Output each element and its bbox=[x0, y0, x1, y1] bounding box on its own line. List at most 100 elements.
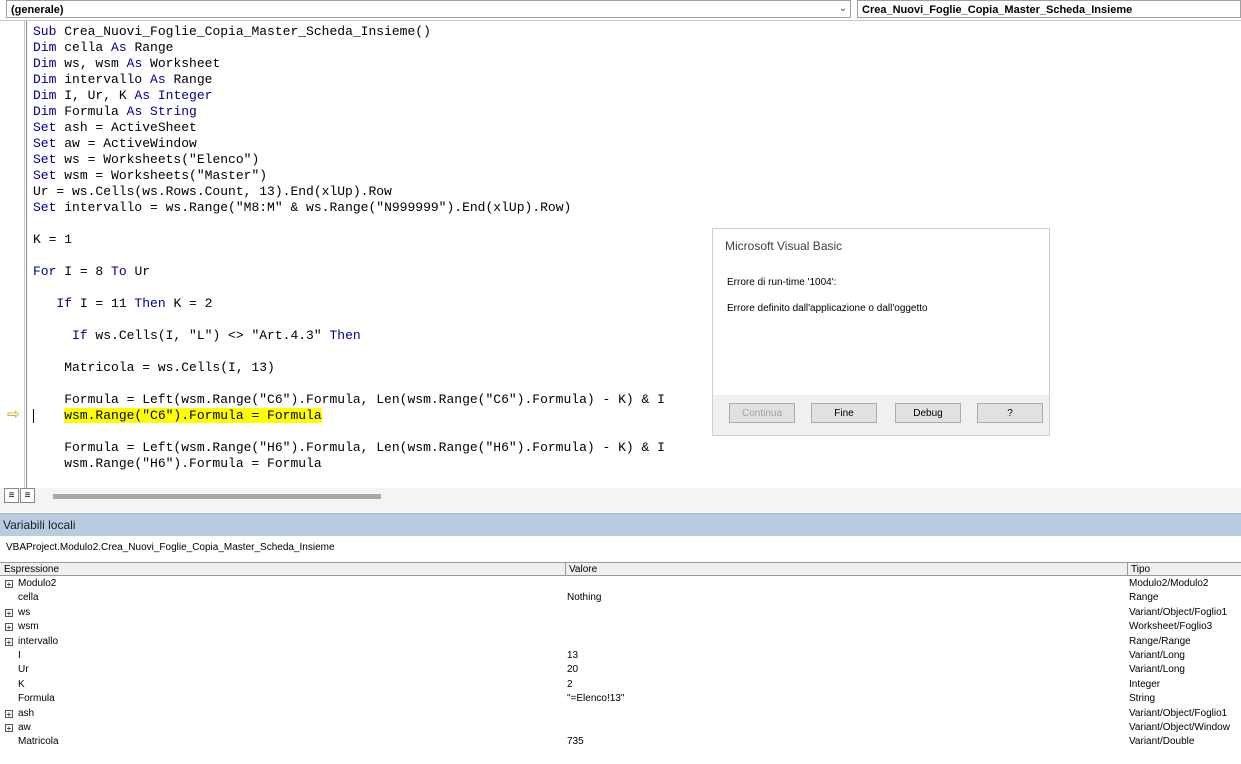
expand-icon[interactable]: + bbox=[5, 724, 13, 733]
code-line[interactable]: Dim ws, wsm As Worksheet bbox=[33, 56, 220, 72]
column-header-type[interactable]: Tipo bbox=[1127, 562, 1241, 576]
local-value[interactable]: 13 bbox=[567, 649, 578, 663]
code-line[interactable]: Sub Crea_Nuovi_Foglie_Copia_Master_Sched… bbox=[33, 24, 431, 40]
expand-icon[interactable]: + bbox=[5, 608, 13, 617]
code-keyword: Set bbox=[33, 168, 65, 183]
code-line[interactable]: Ur = ws.Cells(ws.Rows.Count, 13).End(xlU… bbox=[33, 184, 392, 200]
editor-bottom-bar bbox=[0, 488, 1241, 512]
code-line[interactable]: For I = 8 To Ur bbox=[33, 264, 150, 280]
code-line[interactable]: Set intervallo = ws.Range("M8:M" & ws.Ra… bbox=[33, 200, 571, 216]
code-keyword: As bbox=[150, 72, 174, 87]
code-text: I = 8 bbox=[64, 264, 112, 279]
code-text: Ur bbox=[134, 264, 151, 279]
local-value[interactable]: 20 bbox=[567, 663, 578, 677]
local-type: Variant/Object/Window bbox=[1129, 722, 1230, 733]
execution-arrow-icon: ⇨ bbox=[7, 406, 20, 423]
continue-button[interactable]: Continua bbox=[729, 403, 795, 423]
code-keyword: For bbox=[33, 264, 65, 279]
locals-context: VBAProject.Modulo2.Crea_Nuovi_Foglie_Cop… bbox=[0, 536, 1241, 560]
code-line[interactable]: Set wsm = Worksheets("Master") bbox=[33, 168, 267, 184]
procedure-view-icon[interactable]: ≡ bbox=[4, 488, 19, 503]
end-button[interactable]: Fine bbox=[811, 403, 877, 423]
code-line[interactable]: Set aw = ActiveWindow bbox=[33, 136, 197, 152]
code-text: I = 11 bbox=[79, 296, 135, 311]
column-divider[interactable] bbox=[565, 562, 566, 576]
local-value[interactable]: 735 bbox=[567, 735, 584, 749]
code-text: ash = ActiveSheet bbox=[64, 120, 197, 135]
expand-icon[interactable]: + bbox=[5, 637, 13, 646]
code-line[interactable]: Formula = Left(wsm.Range("C6").Formula, … bbox=[33, 392, 665, 408]
highlighted-statement: wsm.Range("C6").Formula = Formula bbox=[64, 408, 322, 423]
code-keyword: As bbox=[111, 40, 135, 55]
local-type: Variant/Double bbox=[1129, 736, 1195, 748]
local-expression: I bbox=[18, 650, 21, 661]
code-line[interactable]: wsm.Range("C6").Formula = Formula bbox=[33, 408, 322, 424]
full-module-view-icon[interactable]: ≡ bbox=[20, 488, 35, 503]
code-text: Matricola = ws.Cells(I, 13) bbox=[33, 360, 275, 375]
code-line[interactable]: K = 1 bbox=[33, 232, 72, 248]
local-type: Range bbox=[1129, 592, 1159, 604]
code-line[interactable]: Dim cella As Range bbox=[33, 40, 173, 56]
code-text: aw = ActiveWindow bbox=[64, 136, 197, 151]
code-text: Range bbox=[134, 40, 174, 55]
dialog-title: Microsoft Visual Basic bbox=[725, 239, 843, 253]
code-line[interactable]: Formula = Left(wsm.Range("H6").Formula, … bbox=[33, 440, 665, 456]
code-text: Formula = Left(wsm.Range("H6").Formula, … bbox=[33, 440, 665, 455]
expand-icon[interactable]: + bbox=[5, 623, 13, 632]
column-divider[interactable] bbox=[1127, 562, 1128, 576]
column-header-value[interactable]: Valore bbox=[565, 562, 1127, 576]
local-type: Range/Range bbox=[1129, 635, 1191, 647]
code-keyword: Set bbox=[33, 120, 65, 135]
runtime-error-dialog: Microsoft Visual Basic Errore di run-tim… bbox=[712, 228, 1050, 436]
code-keyword: Set bbox=[33, 200, 65, 215]
expand-icon[interactable]: + bbox=[5, 580, 13, 589]
expand-icon[interactable]: + bbox=[5, 709, 13, 718]
code-keyword: Sub bbox=[33, 24, 65, 39]
procedure-combo-value: Crea_Nuovi_Foglie_Copia_Master_Scheda_In… bbox=[862, 4, 1133, 16]
local-type: Integer bbox=[1129, 678, 1161, 690]
procedure-combo[interactable]: Crea_Nuovi_Foglie_Copia_Master_Scheda_In… bbox=[857, 0, 1241, 18]
chevron-down-icon[interactable]: ⌄ bbox=[836, 1, 850, 17]
code-line[interactable]: Dim Formula As String bbox=[33, 104, 197, 120]
code-keyword: Dim bbox=[33, 56, 65, 71]
column-header-expression[interactable]: Espressione bbox=[0, 562, 565, 576]
code-line[interactable]: Set ws = Worksheets("Elenco") bbox=[33, 152, 259, 168]
locals-window-title: Variabili locali bbox=[0, 513, 1241, 536]
code-line[interactable]: Matricola = ws.Cells(I, 13) bbox=[33, 360, 275, 376]
code-text: K = 1 bbox=[33, 232, 73, 247]
local-value[interactable]: "=Elenco!13" bbox=[567, 692, 624, 706]
object-combo[interactable]: (generale) bbox=[6, 0, 851, 18]
code-line[interactable]: Dim intervallo As Range bbox=[33, 72, 212, 88]
code-text: wsm.Range("H6").Formula = Formula bbox=[33, 456, 322, 471]
code-text: ws = Worksheets("Elenco") bbox=[64, 152, 260, 167]
code-keyword: As Integer bbox=[134, 88, 213, 103]
debug-button[interactable]: Debug bbox=[895, 403, 961, 423]
code-text: ws.Cells(I, "L") <> "Art.4.3" bbox=[95, 328, 330, 343]
local-value[interactable]: 2 bbox=[567, 678, 573, 692]
code-text: Crea_Nuovi_Foglie_Copia_Master_Scheda_In… bbox=[64, 24, 431, 39]
horizontal-scrollbar[interactable] bbox=[53, 494, 381, 499]
code-keyword: Dim bbox=[33, 40, 65, 55]
code-text: wsm = Worksheets("Master") bbox=[64, 168, 268, 183]
code-keyword: Then bbox=[134, 296, 174, 311]
local-type: Worksheet/Foglio3 bbox=[1129, 621, 1213, 633]
code-line[interactable]: wsm.Range("H6").Formula = Formula bbox=[33, 456, 322, 472]
local-type: Variant/Long bbox=[1129, 664, 1185, 676]
code-line[interactable]: If ws.Cells(I, "L") <> "Art.4.3" Then bbox=[33, 328, 361, 344]
code-text: ws, wsm bbox=[64, 56, 127, 71]
code-keyword: Then bbox=[329, 328, 361, 343]
code-line[interactable]: If I = 11 Then K = 2 bbox=[33, 296, 212, 312]
local-type: Variant/Long bbox=[1129, 650, 1185, 661]
code-line[interactable]: Dim I, Ur, K As Integer bbox=[33, 88, 212, 104]
help-button[interactable]: ? bbox=[977, 403, 1043, 423]
local-type: String bbox=[1129, 693, 1156, 705]
local-value[interactable]: Nothing bbox=[567, 591, 601, 605]
code-line[interactable]: Set ash = ActiveSheet bbox=[33, 120, 197, 136]
code-text: Formula = Left(wsm.Range("C6").Formula, … bbox=[33, 392, 665, 407]
local-expression: Formula bbox=[18, 693, 55, 705]
code-text: intervallo = ws.Range("M8:M" & ws.Range(… bbox=[64, 200, 572, 215]
code-text: K = 2 bbox=[173, 296, 213, 311]
